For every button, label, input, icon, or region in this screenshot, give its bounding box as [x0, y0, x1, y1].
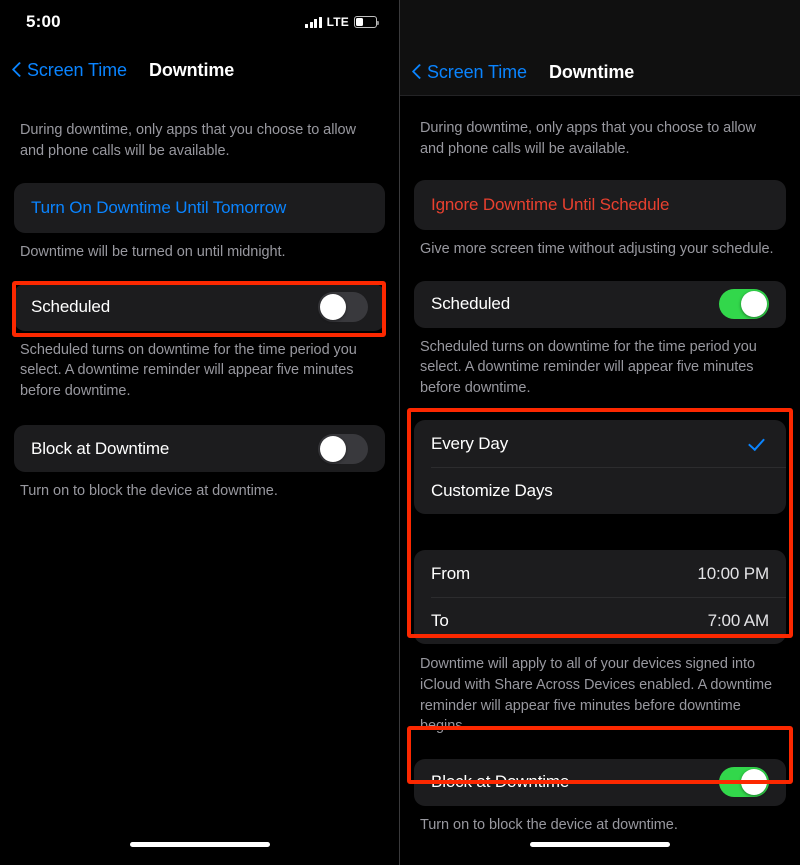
block-at-downtime-toggle[interactable] — [318, 433, 368, 464]
status-bar: 5:00 LTE — [0, 0, 399, 44]
checkmark-icon — [750, 435, 767, 452]
block-at-downtime-toggle[interactable] — [719, 767, 769, 798]
customize-days-row[interactable]: Customize Days — [414, 467, 786, 514]
intro-note: During downtime, only apps that you choo… — [20, 122, 356, 159]
from-label: From — [431, 563, 471, 583]
scheduled-card: Scheduled — [414, 280, 786, 328]
scheduled-toggle[interactable] — [318, 292, 368, 323]
chevron-left-icon — [412, 63, 423, 82]
page-title: Downtime — [548, 62, 635, 82]
to-label: To — [431, 610, 449, 630]
status-bar-time: 5:00 — [26, 12, 61, 31]
back-button-label: Screen Time — [27, 59, 127, 80]
to-value: 7:00 AM — [707, 610, 769, 630]
from-value: 10:00 PM — [697, 563, 769, 583]
customize-days-label: Customize Days — [431, 480, 553, 500]
home-indicator — [530, 842, 670, 847]
block-at-downtime-row[interactable]: Block at Downtime — [14, 425, 385, 472]
scheduled-note: Scheduled turns on downtime for the time… — [20, 341, 357, 399]
block-at-downtime-note: Turn on to block the device at downtime. — [420, 816, 678, 833]
to-time-row[interactable]: To 7:00 AM — [414, 597, 786, 644]
block-at-downtime-label: Block at Downtime — [31, 438, 170, 458]
scheduled-row[interactable]: Scheduled — [14, 284, 385, 331]
page-title: Downtime — [148, 59, 235, 80]
signal-bars-icon — [305, 16, 322, 28]
days-selection-card: Every Day Customize Days — [414, 420, 786, 515]
schedule-note: Downtime will apply to all of your devic… — [420, 656, 773, 735]
battery-icon — [354, 16, 380, 28]
scheduled-note: Scheduled turns on downtime for the time… — [420, 338, 757, 396]
navigation-bar: Screen Time Downtime — [0, 44, 399, 96]
block-at-downtime-row[interactable]: Block at Downtime — [414, 759, 786, 806]
turn-on-downtime-button[interactable]: Turn On Downtime Until Tomorrow — [14, 183, 385, 233]
block-at-downtime-label: Block at Downtime — [431, 772, 570, 792]
settings-content: During downtime, only apps that you choo… — [400, 96, 800, 835]
back-button[interactable]: Screen Time — [412, 62, 527, 83]
scheduled-row[interactable]: Scheduled — [414, 281, 786, 328]
block-at-downtime-card: Block at Downtime — [14, 425, 385, 473]
back-button[interactable]: Screen Time — [12, 60, 127, 81]
ignore-downtime-card: Ignore Downtime Until Schedule — [414, 180, 786, 231]
chevron-left-icon — [12, 61, 23, 80]
left-phone-screen: 5:00 LTE Screen Time Downtime During dow… — [0, 0, 399, 865]
time-range-card: From 10:00 PM To 7:00 AM — [414, 550, 786, 645]
every-day-row[interactable]: Every Day — [414, 420, 786, 467]
dual-screenshot-comparison: 5:00 LTE Screen Time Downtime During dow… — [0, 0, 800, 865]
ignore-downtime-button[interactable]: Ignore Downtime Until Schedule — [414, 180, 786, 230]
back-button-label: Screen Time — [427, 62, 527, 82]
scheduled-label: Scheduled — [431, 294, 510, 314]
right-phone-screen: Screen Time Downtime During downtime, on… — [399, 0, 800, 865]
home-indicator — [129, 842, 270, 847]
scheduled-card: Scheduled — [14, 283, 385, 331]
intro-note: During downtime, only apps that you choo… — [420, 120, 756, 157]
turn-on-downtime-card: Turn On Downtime Until Tomorrow — [14, 183, 385, 234]
from-time-row[interactable]: From 10:00 PM — [414, 550, 786, 597]
block-at-downtime-card: Block at Downtime — [414, 758, 786, 806]
block-at-downtime-note: Turn on to block the device at downtime. — [20, 483, 278, 500]
scheduled-toggle[interactable] — [719, 289, 769, 320]
navigation-bar: Screen Time Downtime — [400, 0, 800, 96]
carrier-label: LTE — [326, 15, 349, 29]
ignore-downtime-note: Give more screen time without adjusting … — [420, 241, 774, 258]
every-day-label: Every Day — [431, 433, 509, 453]
scheduled-label: Scheduled — [31, 297, 110, 317]
status-bar-indicators: LTE — [305, 15, 380, 29]
turn-on-downtime-note: Downtime will be turned on until midnigh… — [20, 244, 286, 261]
settings-content: During downtime, only apps that you choo… — [0, 96, 399, 502]
